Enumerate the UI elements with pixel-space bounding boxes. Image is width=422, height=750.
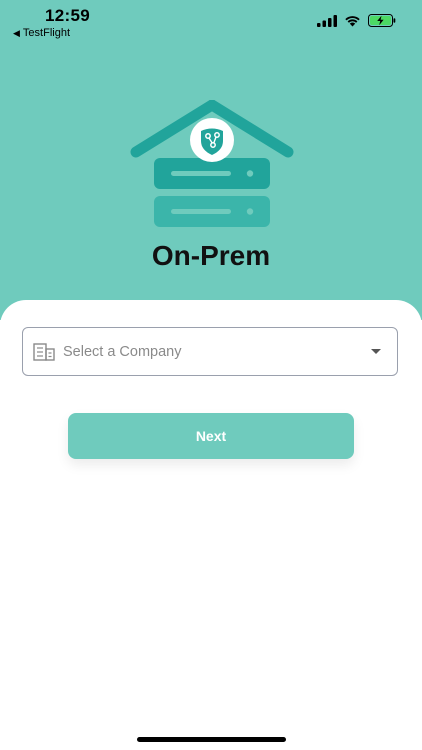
- status-bar: 12:59 ◀ TestFlight: [0, 0, 422, 44]
- status-time: 12:59: [45, 6, 90, 25]
- building-icon: [33, 343, 55, 361]
- signal-icon: [317, 14, 337, 27]
- back-arrow-icon: ◀: [13, 27, 20, 38]
- page-title: On-Prem: [151, 240, 271, 271]
- company-select-placeholder: Select a Company: [63, 344, 182, 360]
- back-app-label: TestFlight: [22, 27, 70, 39]
- status-icons: [317, 14, 396, 27]
- back-to-app-link[interactable]: ◀ TestFlight: [13, 27, 70, 39]
- battery-charging-icon: [368, 14, 396, 27]
- home-indicator[interactable]: [137, 737, 286, 742]
- wifi-icon: [345, 15, 360, 26]
- chevron-down-icon: [371, 349, 381, 354]
- next-button[interactable]: Next: [68, 413, 354, 459]
- company-select[interactable]: Select a Company: [22, 327, 398, 376]
- server-house-icon: [130, 100, 294, 227]
